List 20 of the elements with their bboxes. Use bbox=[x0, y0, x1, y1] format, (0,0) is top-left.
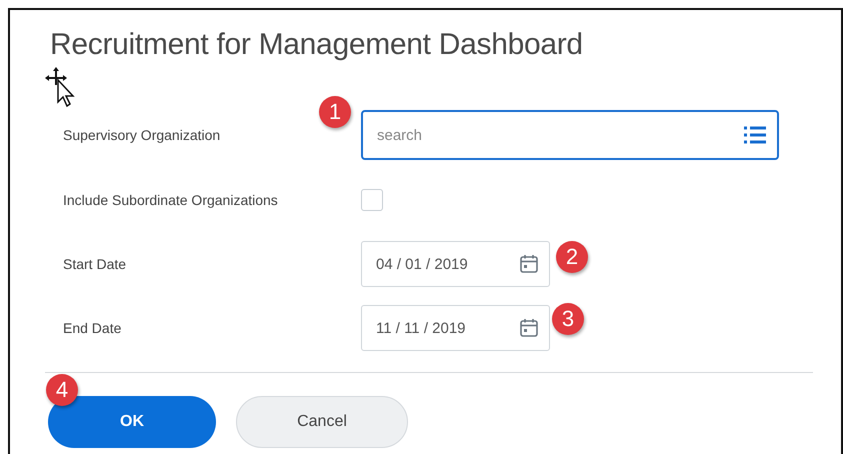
step-badge: 4 bbox=[46, 374, 78, 406]
date-value: 04 / 01 / 2019 bbox=[376, 256, 468, 272]
dialog-title: Recruitment for Management Dashboard bbox=[50, 28, 584, 62]
calendar-icon[interactable] bbox=[519, 254, 539, 274]
list-icon[interactable] bbox=[743, 126, 767, 144]
field-label: Include Subordinate Organizations bbox=[63, 192, 279, 208]
step-badge: 2 bbox=[556, 241, 588, 273]
field-label: Start Date bbox=[63, 256, 128, 272]
cancel-button[interactable]: Cancel bbox=[236, 396, 408, 448]
step-badge: 3 bbox=[552, 303, 584, 335]
ok-button[interactable]: OK bbox=[48, 396, 216, 448]
date-field[interactable]: 04 / 01 / 2019 bbox=[361, 241, 550, 287]
field-label: End Date bbox=[63, 320, 122, 336]
field-label: Supervisory Organization bbox=[63, 127, 222, 143]
search-field[interactable]: search bbox=[361, 110, 779, 160]
checkbox[interactable] bbox=[361, 189, 383, 211]
date-field[interactable]: 11 / 11 / 2019 bbox=[361, 305, 550, 351]
calendar-icon[interactable] bbox=[519, 318, 539, 338]
step-badge: 1 bbox=[319, 96, 351, 128]
date-value: 11 / 11 / 2019 bbox=[376, 320, 466, 336]
